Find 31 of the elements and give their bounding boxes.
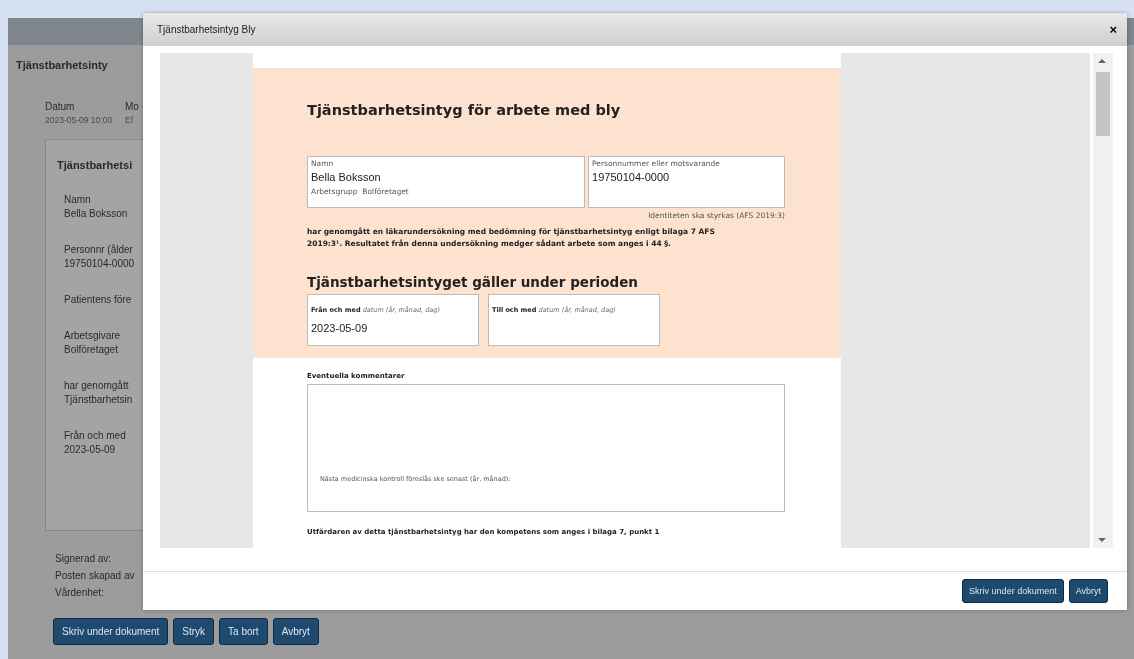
- action-button[interactable]: Skriv under dokument: [53, 618, 169, 645]
- footer-label: Vårdenhet:: [55, 587, 104, 598]
- action-button[interactable]: Avbryt: [272, 618, 319, 645]
- field-label: Från och med: [64, 429, 127, 443]
- action-button[interactable]: Stryk: [173, 618, 215, 645]
- field-value: 19750104-0000: [64, 257, 136, 271]
- footer-label: Signerad av:: [55, 553, 112, 564]
- field-label: Namn: [64, 193, 92, 207]
- field-value: Bolföretaget: [64, 343, 119, 357]
- action-button[interactable]: Ta bort: [219, 618, 268, 645]
- dialog-button[interactable]: Avbryt: [1068, 579, 1108, 603]
- field-label: Patientens före: [64, 293, 133, 307]
- meta-value: Ef: [125, 115, 135, 125]
- period-heading: Tjänstbarhetsintyget gäller under perioden: [307, 274, 639, 290]
- footer-label: Posten skapad av: [55, 570, 135, 581]
- document-title: Tjänstbarhetsintyg för arbete med bly: [307, 102, 622, 118]
- field-value: 2023-05-09: [64, 443, 117, 457]
- meta-value: 2023-05-09 10:00: [45, 115, 113, 125]
- meta-label: Mo: [125, 101, 139, 112]
- dialog-button[interactable]: Skriv under dokument: [962, 579, 1064, 603]
- field-label: Personnr (ålder: [64, 243, 134, 257]
- meta-label: Datum: [45, 101, 76, 112]
- card-title: Tjänstbarhetsi: [57, 159, 134, 171]
- field-value: Tjänstbarhetsin: [64, 393, 134, 407]
- close-button[interactable]: ×: [1109, 22, 1117, 37]
- field-label: Arbetsgivare: [64, 329, 122, 343]
- scrollbar[interactable]: [1093, 53, 1113, 548]
- page-title: Tjänstbarhetsinty: [16, 59, 109, 71]
- field-value: Bella Boksson: [64, 207, 129, 221]
- dialog-title: Tjänstbarhetsintyg Bly: [157, 24, 256, 35]
- field-label: har genomgått: [64, 379, 130, 393]
